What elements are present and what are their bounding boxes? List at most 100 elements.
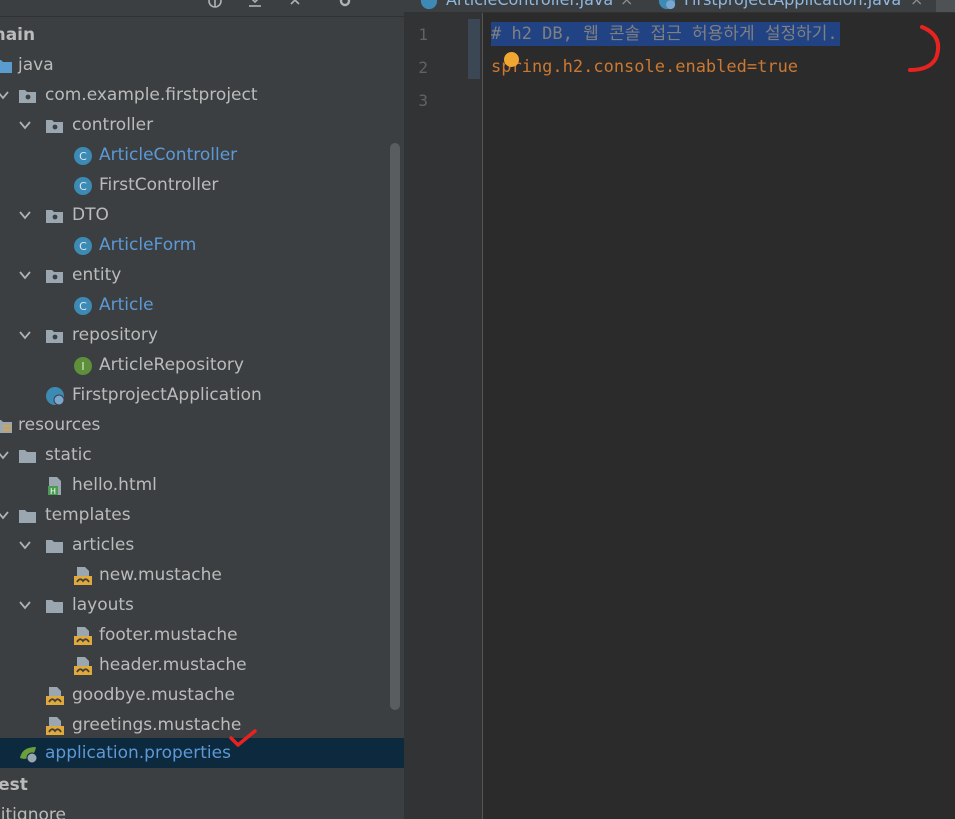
interface-icon: I (74, 357, 92, 375)
chevron-down-icon[interactable] (18, 118, 32, 132)
chevron-down-icon[interactable] (18, 538, 32, 552)
tree-row-articlerepository[interactable]: I ArticleRepository (0, 350, 404, 380)
tree-label: controller (72, 115, 154, 135)
tree-row-templates[interactable]: templates (0, 500, 404, 530)
tree-row-controller[interactable]: controller (0, 110, 404, 140)
mustache-file-icon (46, 687, 64, 705)
tree-label: goodbye.mustache (72, 685, 235, 705)
tree-row-greetings-mustache[interactable]: greetings.mustache (0, 710, 404, 740)
tree-row-firstprojectapplication[interactable]: FirstprojectApplication (0, 380, 404, 410)
svg-text:C: C (79, 150, 87, 163)
tree-label: entity (72, 265, 122, 285)
package-icon (19, 90, 36, 103)
package-icon (46, 210, 63, 223)
tree-label: footer.mustache (99, 625, 238, 645)
tree-row-gitignore[interactable]: gitignore (0, 800, 404, 819)
tree-row-header-mustache[interactable]: header.mustache (0, 650, 404, 680)
lightbulb-icon[interactable] (504, 52, 519, 67)
folder-icon (46, 540, 63, 553)
tree-label: ArticleController (99, 145, 238, 165)
tree-row-repository[interactable]: repository (0, 320, 404, 350)
tree-row-dto[interactable]: DTO (0, 200, 404, 230)
chevron-down-icon[interactable] (0, 88, 10, 102)
tree-label: FirstprojectApplication (72, 385, 262, 405)
project-toolbar (0, 0, 404, 17)
tree-label: header.mustache (99, 655, 247, 675)
chevron-down-icon[interactable] (18, 598, 32, 612)
tree-label: layouts (72, 595, 134, 615)
tree-row-articles[interactable]: articles (0, 530, 404, 560)
tree-label: ArticleForm (99, 235, 197, 255)
tree-label: Article (99, 295, 154, 315)
tree-row-resources[interactable]: resources (0, 410, 404, 440)
spring-properties-icon (20, 747, 38, 764)
package-icon (46, 120, 63, 133)
gear-icon[interactable] (338, 0, 352, 8)
tree-label: java (18, 55, 54, 75)
tree-label: repository (72, 325, 158, 345)
tree-row-entity[interactable]: entity (0, 260, 404, 290)
editor-gutter: 1 2 3 (404, 13, 483, 819)
tree-row-application-properties[interactable]: application.properties (0, 738, 404, 768)
folder-icon (19, 510, 36, 523)
chevron-down-icon[interactable] (18, 268, 32, 282)
svg-text:C: C (79, 300, 87, 313)
editor-tab-bar: ArticleController.java × FirstprojectApp… (404, 0, 955, 13)
locate-icon[interactable] (208, 0, 222, 8)
code-line-property[interactable]: spring.h2.console.enabled=true (491, 55, 798, 79)
class-icon: C (74, 177, 92, 195)
tab-articlecontroller[interactable]: ArticleController.java (446, 0, 613, 10)
tab-firstprojectapplication[interactable]: FirstprojectApplication.java (684, 0, 901, 10)
tree-label: application.properties (45, 743, 231, 763)
red-bracket-annotation (908, 25, 941, 72)
tree-row-com-example-firstproject[interactable]: com.example.firstproject (0, 80, 404, 110)
tree-label: new.mustache (99, 565, 222, 585)
tab-close-icon[interactable]: × (910, 0, 923, 10)
code-line-comment[interactable]: # h2 DB, 웹 콘솔 접근 허용하게 설정하기. (491, 22, 840, 46)
chevron-down-icon[interactable] (0, 508, 10, 522)
tree-row-main[interactable]: main (0, 20, 404, 50)
tree-label: com.example.firstproject (45, 85, 258, 105)
tree-row-layouts[interactable]: layouts (0, 590, 404, 620)
chevron-down-icon[interactable] (0, 448, 10, 462)
project-tree-panel: main java com.example.firstproject contr… (0, 0, 404, 819)
tree-label: templates (45, 505, 131, 525)
active-tab[interactable] (936, 0, 955, 12)
tree-row-static[interactable]: static (0, 440, 404, 470)
tree-label: FirstController (99, 175, 219, 195)
line-number: 2 (418, 58, 428, 77)
chevron-down-icon[interactable] (18, 328, 32, 342)
resources-folder-icon (0, 420, 12, 433)
svg-text:C: C (79, 240, 87, 253)
collapse-all-icon[interactable] (248, 0, 262, 8)
tree-row-test[interactable]: test (0, 770, 404, 800)
tree-row-new-mustache[interactable]: new.mustache (0, 560, 404, 590)
spring-boot-class-icon (46, 387, 65, 406)
tree-row-goodbye-mustache[interactable]: goodbye.mustache (0, 680, 404, 710)
tree-scrollbar[interactable] (390, 143, 400, 710)
tab-close-icon[interactable]: × (620, 0, 633, 10)
tree-row-firstcontroller[interactable]: C FirstController (0, 170, 404, 200)
tree-row-java[interactable]: java (0, 50, 404, 80)
class-icon: C (74, 297, 92, 315)
tree-label: static (45, 445, 92, 465)
tree-row-articlecontroller[interactable]: C ArticleController (0, 140, 404, 170)
fold-marker[interactable] (468, 19, 480, 79)
tree-label: ArticleRepository (99, 355, 244, 375)
red-check-annotation (229, 729, 257, 747)
tree-row-hello-html[interactable]: H hello.html (0, 470, 404, 500)
tree-row-footer-mustache[interactable]: footer.mustache (0, 620, 404, 650)
package-icon (46, 270, 63, 283)
svg-text:I: I (81, 360, 84, 373)
tree-row-article[interactable]: C Article (0, 290, 404, 320)
source-folder-icon (0, 60, 12, 73)
class-icon: C (74, 147, 92, 165)
tree-row-articleform[interactable]: C ArticleForm (0, 230, 404, 260)
expand-icon[interactable] (288, 0, 302, 8)
mustache-file-icon (74, 627, 92, 645)
tree-label: greetings.mustache (72, 715, 242, 735)
chevron-down-icon[interactable] (18, 208, 32, 222)
tree-label: test (0, 775, 28, 795)
tree-label: articles (72, 535, 135, 555)
svg-text:H: H (50, 487, 56, 496)
